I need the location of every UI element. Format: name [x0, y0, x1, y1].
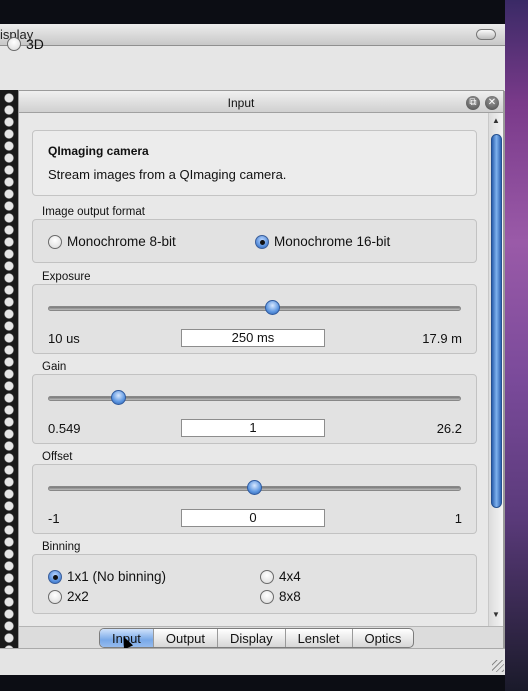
close-icon[interactable]: ✕ [485, 96, 499, 110]
option-label: 4x4 [279, 569, 301, 584]
tab-output[interactable]: Output [154, 629, 218, 647]
option-label: 1x1 (No binning) [67, 569, 167, 584]
option-binning-4x4[interactable]: 4x4 [260, 569, 301, 585]
image-output-format-group: Monochrome 8-bit Monochrome 16-bit [32, 219, 477, 263]
radio-monochrome-16bit[interactable] [255, 235, 269, 250]
offset-max: 1 [454, 511, 462, 526]
input-settings-scroll-area: QImaging camera Stream images from a QIm… [19, 113, 489, 626]
image-output-format-label: Image output format [42, 206, 145, 218]
tab-display[interactable]: Display [218, 629, 286, 647]
input-panel: Input ⧉ ✕ QImaging camera Stream images … [18, 90, 504, 650]
option-label: 8x8 [279, 589, 301, 604]
exposure-group: 10 us 250 ms 17.9 m [32, 284, 477, 354]
tab-optics[interactable]: Optics [353, 629, 414, 647]
camera-description-box: QImaging camera Stream images from a QIm… [32, 130, 477, 196]
radio-binning-2x2[interactable] [48, 590, 62, 605]
radio-3d[interactable] [7, 37, 21, 51]
option-binning-1x1[interactable]: 1x1 (No binning) [48, 569, 167, 585]
gain-slider-knob[interactable] [111, 390, 126, 405]
gain-slider-track[interactable] [48, 396, 461, 401]
option-monochrome-8bit[interactable]: Monochrome 8-bit [48, 234, 176, 250]
scroll-down-arrow-icon[interactable]: ▼ [492, 610, 500, 619]
gain-max: 26.2 [436, 421, 462, 436]
vertical-scrollbar[interactable]: ▲ ▼ [488, 113, 503, 626]
exposure-value-field[interactable]: 250 ms [181, 329, 325, 347]
input-panel-title: Input [227, 96, 255, 110]
offset-group: -1 0 1 [32, 464, 477, 534]
radio-binning-1x1[interactable] [48, 570, 62, 585]
exposure-label: Exposure [42, 271, 91, 283]
radio-monochrome-8bit[interactable] [48, 235, 62, 250]
display-options [0, 46, 505, 91]
toolbar-toggle-button[interactable] [476, 29, 496, 40]
tab-lenslet[interactable]: Lenslet [286, 629, 353, 647]
camera-title: QImaging camera [48, 144, 149, 158]
display-titlebar[interactable]: isplay [0, 24, 505, 46]
radio-binning-8x8[interactable] [260, 590, 274, 605]
option-label: Monochrome 8-bit [67, 234, 176, 249]
option-monochrome-16bit[interactable]: Monochrome 16-bit [255, 234, 391, 250]
input-panel-titlebar[interactable]: Input ⧉ ✕ [19, 91, 503, 113]
option-binning-8x8[interactable]: 8x8 [260, 589, 301, 605]
gain-value-field[interactable]: 1 [181, 419, 325, 437]
offset-slider-knob[interactable] [247, 480, 262, 495]
radio-3d-label: 3D [26, 36, 44, 52]
restore-icon[interactable]: ⧉ [466, 96, 480, 110]
tab-bar: Input Output Display Lenslet Optics [99, 628, 415, 648]
offset-min: -1 [48, 511, 60, 526]
binning-group: 1x1 (No binning) 4x4 2x2 8x8 [32, 554, 477, 614]
scroll-up-arrow-icon[interactable]: ▲ [492, 116, 500, 125]
exposure-min: 10 us [48, 331, 80, 346]
option-label: Monochrome 16-bit [274, 234, 391, 249]
scrollbar-thumb[interactable] [491, 134, 502, 508]
exposure-slider-track[interactable] [48, 306, 461, 311]
film-strip-image [0, 90, 18, 648]
radio-binning-4x4[interactable] [260, 570, 274, 585]
gain-min: 0.549 [48, 421, 81, 436]
desktop-background [505, 0, 528, 691]
resize-grip-icon[interactable] [492, 660, 504, 672]
window-bottom-bar [0, 648, 505, 675]
gain-group: 0.549 1 26.2 [32, 374, 477, 444]
film-holes [3, 92, 15, 648]
option-binning-2x2[interactable]: 2x2 [48, 589, 89, 605]
option-label: 2x2 [67, 589, 89, 604]
gain-label: Gain [42, 361, 67, 373]
offset-value-field[interactable]: 0 [181, 509, 325, 527]
camera-description: Stream images from a QImaging camera. [48, 167, 287, 182]
offset-label: Offset [42, 451, 73, 463]
binning-label: Binning [42, 541, 81, 553]
exposure-slider-knob[interactable] [265, 300, 280, 315]
exposure-max: 17.9 m [422, 331, 462, 346]
